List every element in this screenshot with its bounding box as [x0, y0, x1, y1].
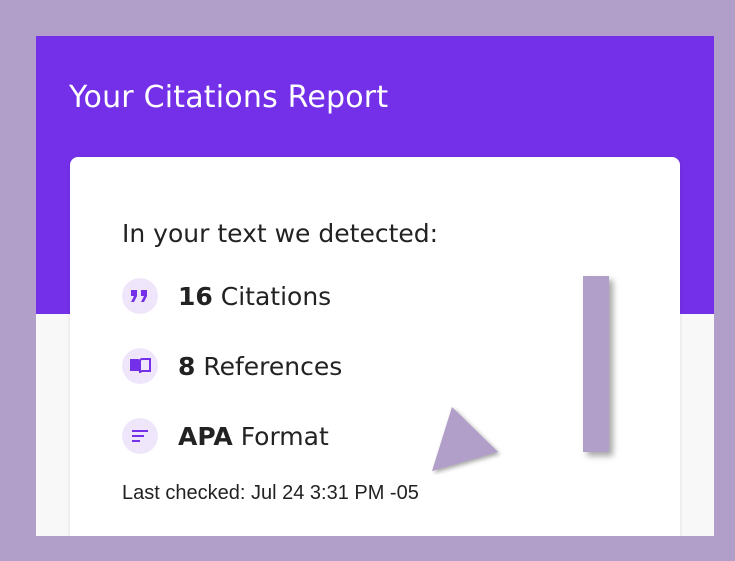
format-row: APA Format [122, 416, 329, 456]
format-label: Format [240, 421, 329, 451]
quote-icon [122, 278, 158, 314]
book-icon [122, 348, 158, 384]
references-count: 8 [178, 351, 196, 381]
detected-intro: In your text we detected: [122, 219, 439, 248]
citations-label: Citations [220, 281, 332, 311]
pointer-arrow-icon [432, 407, 498, 471]
format-lines-icon [122, 418, 158, 454]
references-label: References [203, 351, 343, 381]
highlight-bar [583, 276, 609, 452]
citations-count: 16 [178, 281, 213, 311]
last-checked-timestamp: Last checked: Jul 24 3:31 PM -05 [122, 482, 419, 504]
references-text: 8 References [178, 352, 342, 381]
citations-text: 16 Citations [178, 282, 331, 311]
citations-row: 16 Citations [122, 276, 331, 316]
format-text: APA Format [178, 422, 329, 451]
format-style: APA [178, 421, 233, 451]
page-title: Your Citations Report [69, 80, 389, 115]
citations-report-panel: Your Citations Report In your text we de… [36, 36, 714, 536]
references-row: 8 References [122, 346, 342, 386]
